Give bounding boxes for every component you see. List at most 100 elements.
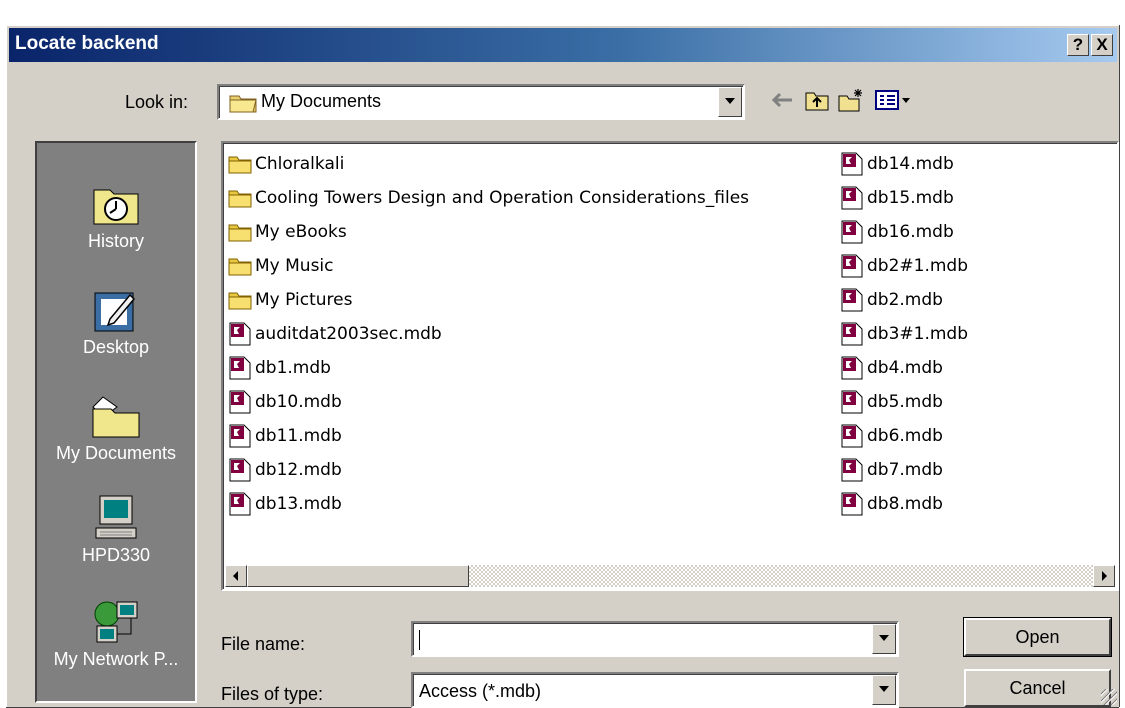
cancel-button[interactable]: Cancel (964, 669, 1111, 707)
files-of-type-dropdown-button[interactable] (872, 675, 896, 705)
file-name-text: db8.mdb (867, 494, 943, 514)
file-item[interactable]: db15.mdb (839, 183, 954, 213)
view-menu-icon[interactable] (873, 87, 913, 113)
network-places-icon (90, 597, 142, 647)
file-name-text: db1.mdb (255, 358, 331, 378)
folder-item[interactable]: My eBooks (227, 217, 347, 247)
folder-item[interactable]: Chloralkali (227, 149, 344, 179)
files-of-type-value: Access (*.mdb) (419, 681, 542, 701)
open-button[interactable]: Open (963, 617, 1112, 657)
file-item[interactable]: db12.mdb (227, 455, 342, 485)
folder-item[interactable]: My Pictures (227, 285, 352, 315)
file-name-text: My eBooks (255, 222, 347, 242)
access-database-icon (227, 390, 253, 414)
help-button[interactable]: ? (1067, 34, 1089, 56)
file-name-input[interactable] (411, 621, 899, 657)
place-history[interactable]: History (37, 179, 195, 252)
scroll-right-button[interactable] (1093, 565, 1115, 587)
file-name-text: db14.mdb (867, 154, 954, 174)
place-desktop-label: Desktop (82, 337, 150, 357)
locate-backend-dialog: Locate backend ? X Look in: My Documents… (6, 25, 1119, 708)
file-item[interactable]: db2.mdb (839, 285, 943, 315)
folder-icon (227, 288, 253, 312)
file-name-text: db2#1.mdb (867, 256, 969, 276)
folder-icon (227, 220, 253, 244)
file-item[interactable]: db8.mdb (839, 489, 943, 519)
scroll-left-arrow-icon (233, 571, 238, 581)
title-bar[interactable]: Locate backend ? X (9, 28, 1117, 62)
place-my-documents[interactable]: My Documents (37, 391, 195, 464)
access-database-icon (227, 458, 253, 482)
scroll-thumb[interactable] (247, 565, 469, 587)
place-history-label: History (87, 231, 144, 251)
file-name-text: db6.mdb (867, 426, 943, 446)
file-item[interactable]: db10.mdb (227, 387, 342, 417)
file-item[interactable]: db1.mdb (227, 353, 331, 383)
place-desktop[interactable]: Desktop (37, 285, 195, 358)
file-item[interactable]: auditdat2003sec.mdb (227, 319, 442, 349)
file-item[interactable]: db16.mdb (839, 217, 954, 247)
file-item[interactable]: db3#1.mdb (839, 319, 968, 349)
files-of-type-select[interactable]: Access (*.mdb) (411, 672, 899, 708)
file-item[interactable]: db5.mdb (839, 387, 943, 417)
file-list[interactable]: Chloralkali Cooling Towers Design and Ope… (221, 141, 1119, 591)
scroll-left-button[interactable] (225, 565, 247, 587)
look-in-dropdown-button[interactable] (718, 87, 742, 117)
file-item[interactable]: db11.mdb (227, 421, 342, 451)
file-name-text: auditdat2003sec.mdb (255, 324, 442, 344)
back-arrow-icon[interactable] (769, 87, 797, 113)
folder-icon (229, 91, 257, 118)
file-name-text: db16.mdb (867, 222, 954, 242)
resize-grip-icon[interactable] (1101, 689, 1117, 705)
file-name-text: db4.mdb (867, 358, 943, 378)
places-bar: History Desktop My Documents HPD330 My N… (35, 141, 197, 703)
file-item[interactable]: db13.mdb (227, 489, 342, 519)
file-item[interactable]: db2#1.mdb (839, 251, 968, 281)
desktop-icon (90, 285, 142, 335)
access-database-icon (839, 152, 865, 176)
text-cursor (419, 630, 420, 650)
files-of-type-label: Files of type: (221, 684, 324, 704)
access-database-icon (839, 254, 865, 278)
file-item[interactable]: db14.mdb (839, 149, 954, 179)
folder-icon (227, 186, 253, 210)
place-my-documents-label: My Documents (55, 443, 177, 463)
access-database-icon (839, 356, 865, 380)
history-clock-icon (90, 179, 142, 229)
folder-icon (227, 254, 253, 278)
close-button[interactable]: X (1091, 34, 1113, 56)
file-item[interactable]: db6.mdb (839, 421, 943, 451)
file-name-text: My Pictures (255, 290, 353, 310)
file-name-dropdown-button[interactable] (872, 624, 896, 654)
horizontal-scrollbar[interactable] (225, 565, 1115, 587)
access-database-icon (227, 322, 253, 346)
file-name-text: db11.mdb (255, 426, 342, 446)
look-in-combo[interactable]: My Documents (217, 84, 745, 120)
file-name-text: db13.mdb (255, 494, 342, 514)
access-database-icon (839, 322, 865, 346)
computer-icon (90, 493, 142, 543)
access-database-icon (839, 390, 865, 414)
look-in-label: Look in: (125, 92, 189, 112)
up-folder-icon[interactable] (803, 87, 831, 113)
access-database-icon (839, 220, 865, 244)
place-my-network[interactable]: My Network P... (37, 597, 195, 670)
folder-item[interactable]: My Music (227, 251, 334, 281)
file-name-text: db5.mdb (867, 392, 943, 412)
access-database-icon (227, 424, 253, 448)
place-hpd330[interactable]: HPD330 (37, 493, 195, 566)
folder-item[interactable]: Cooling Towers Design and Operation Cons… (227, 183, 749, 213)
place-my-network-label: My Network P... (53, 649, 179, 669)
new-folder-icon[interactable] (837, 87, 865, 113)
file-name-text: db15.mdb (867, 188, 954, 208)
look-in-value: My Documents (261, 91, 382, 111)
access-database-icon (839, 424, 865, 448)
access-database-icon (839, 288, 865, 312)
access-database-icon (227, 356, 253, 380)
access-database-icon (839, 492, 865, 516)
access-database-icon (839, 458, 865, 482)
file-name-text: Cooling Towers Design and Operation Cons… (255, 188, 750, 208)
file-item[interactable]: db4.mdb (839, 353, 943, 383)
file-name-text: db7.mdb (867, 460, 943, 480)
file-item[interactable]: db7.mdb (839, 455, 943, 485)
